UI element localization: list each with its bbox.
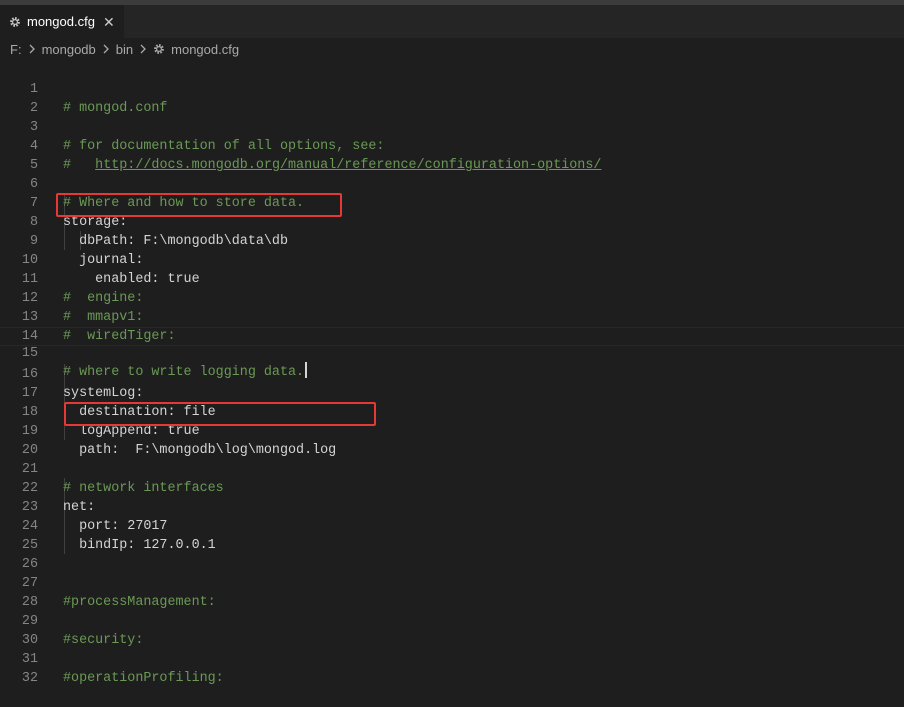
highlight-box-dbpath xyxy=(56,193,342,217)
code-line: 23 port: 27017 xyxy=(0,479,904,534)
comment-text: #operationProfiling: xyxy=(63,671,224,686)
highlight-box-log-path xyxy=(64,402,376,426)
code-line: 11 # engine: xyxy=(0,251,904,306)
code-line: 22 net: xyxy=(0,460,904,515)
code-line: 3 # for documentation of all options, se… xyxy=(0,99,904,154)
code-line: 31 #operationProfiling: xyxy=(0,631,904,686)
code-line: 18 logAppend: true xyxy=(0,384,904,439)
code-line: 21 # network interfaces xyxy=(0,441,904,496)
code-editor[interactable]: 1 # mongod.conf 2 3 # for documentation … xyxy=(0,60,904,686)
code-line: 24 bindIp: 127.0.0.1 xyxy=(0,498,904,553)
code-line: 26 xyxy=(0,536,904,572)
code-line: 28 xyxy=(0,574,904,610)
chevron-right-icon xyxy=(103,44,109,54)
code-line: 17 destination: file xyxy=(0,365,904,420)
chevron-right-icon xyxy=(140,44,147,54)
code-line: 5 xyxy=(0,137,904,173)
tab-label: mongod.cfg xyxy=(27,14,95,29)
line-number: 32 xyxy=(21,671,38,686)
code-line: 32 xyxy=(0,650,904,686)
code-line: 7 storage: xyxy=(0,175,904,230)
breadcrumb-folder-bin[interactable]: bin xyxy=(116,42,133,57)
breadcrumb-drive[interactable]: F: xyxy=(10,42,22,57)
breadcrumb-file[interactable]: mongod.cfg xyxy=(171,42,239,57)
tab-bar: mongod.cfg ✕ xyxy=(0,5,904,38)
code-line: 30 xyxy=(0,612,904,648)
breadcrumb-folder-mongodb[interactable]: mongodb xyxy=(42,42,96,57)
code-line: 12 # mmapv1: xyxy=(0,270,904,325)
chevron-right-icon xyxy=(29,44,35,54)
code-line: 4 # http://docs.mongodb.org/manual/refer… xyxy=(0,118,904,173)
gear-icon xyxy=(10,16,20,27)
code-line: 25 xyxy=(0,517,904,553)
code-line: 16 systemLog: xyxy=(0,346,904,401)
close-icon[interactable]: ✕ xyxy=(103,15,115,29)
code-line: 6 # Where and how to store data. xyxy=(0,156,904,211)
code-line: 2 xyxy=(0,80,904,116)
code-line: 27 #processManagement: xyxy=(0,555,904,610)
code-line: 14 xyxy=(0,308,904,344)
code-line: 10 enabled: true xyxy=(0,232,904,287)
gear-icon xyxy=(154,44,165,54)
tab-mongod-cfg[interactable]: mongod.cfg ✕ xyxy=(0,5,124,38)
code-line-current: 15 # where to write logging data. xyxy=(0,327,904,380)
code-line: 13 # wiredTiger: xyxy=(0,289,904,344)
code-line: 1 # mongod.conf xyxy=(0,61,904,116)
code-line: 29 #security: xyxy=(0,593,904,648)
breadcrumb: F: mongodb bin mongod.cfg xyxy=(0,38,904,60)
